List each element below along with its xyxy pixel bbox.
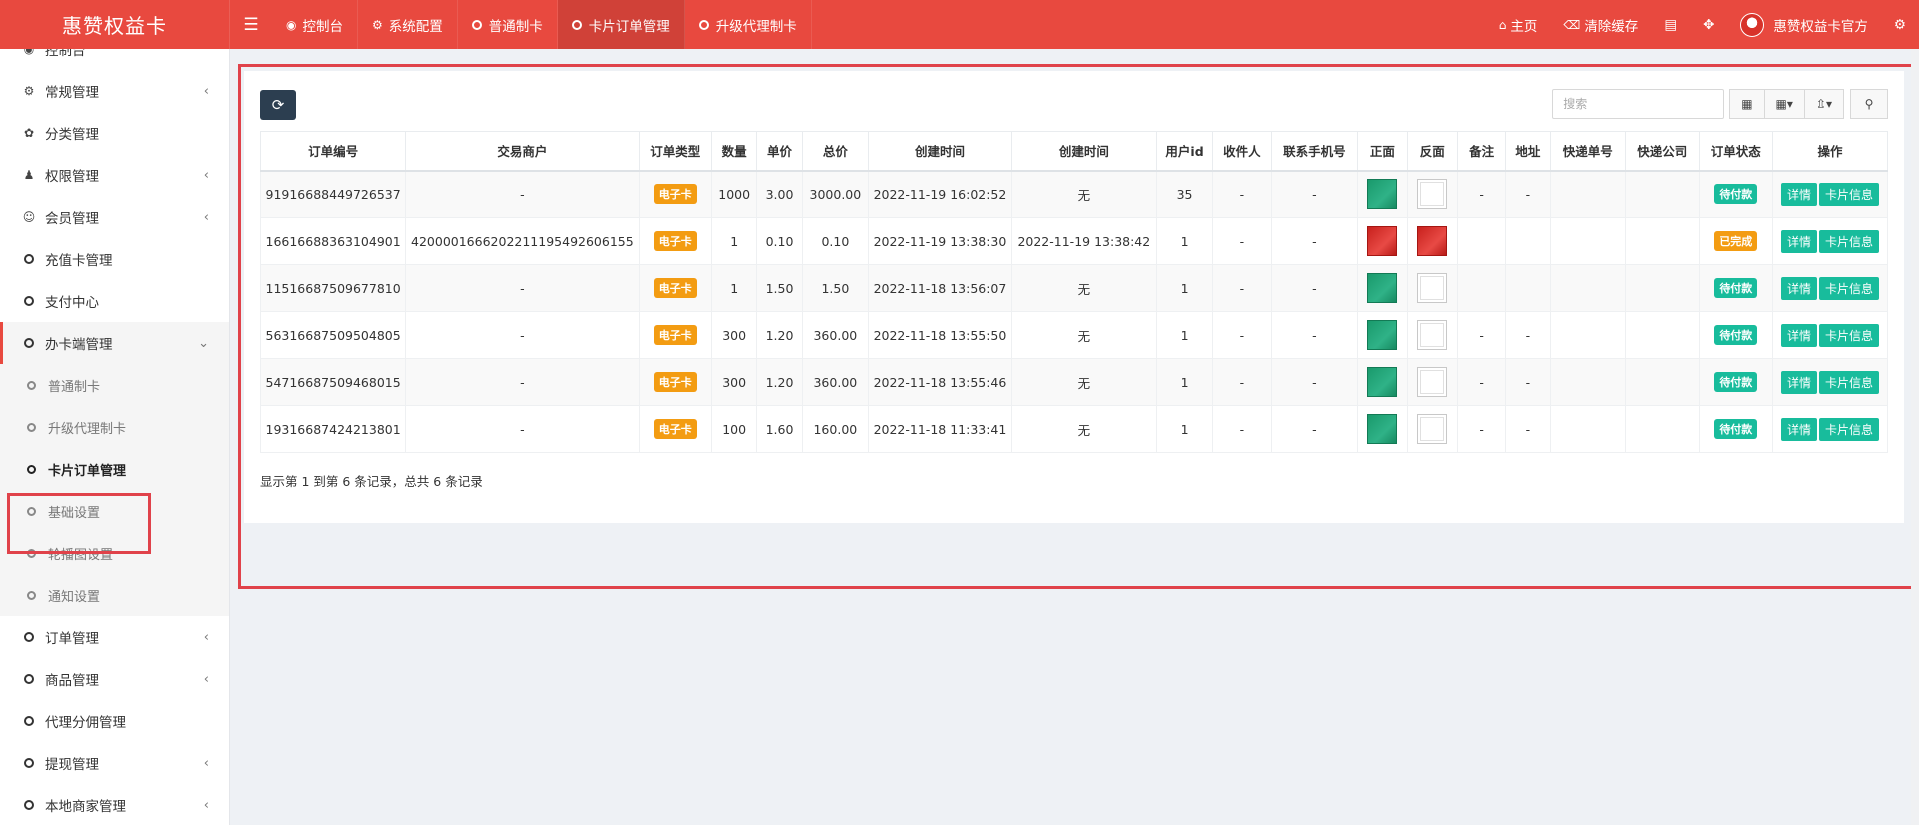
sidebar-item-general[interactable]: ⚙ 常规管理 ‹ [0, 70, 229, 112]
user-circle-icon: ☺ [22, 210, 36, 224]
sidebar-item-agent-commission[interactable]: 代理分佣管理 [0, 700, 229, 742]
nav-label: 卡片订单管理 [588, 18, 670, 35]
circle-icon [471, 19, 482, 30]
top-navbar: 惠赞权益卡 ☰ ◉ 控制台 ⚙ 系统配置 普通制卡 卡片订单管理 升级代理制卡 … [0, 0, 1919, 49]
circle-icon [24, 254, 34, 264]
sidebar-item-products[interactable]: 商品管理 ‹ [0, 658, 229, 700]
user-menu[interactable]: 惠赞权益卡官方 [1727, 0, 1881, 49]
sidebar-item-label: 分类管理 [45, 127, 99, 143]
dashboard-icon: ◉ [23, 49, 35, 56]
nav-dashboard[interactable]: ◉ 控制台 [272, 0, 358, 49]
sidebar-item-label: 卡片订单管理 [48, 463, 127, 479]
sidebar-item-label: 通知设置 [48, 589, 101, 605]
sidebar-item-local-merchant[interactable]: 本地商家管理 ‹ [0, 784, 229, 825]
circle-icon [24, 338, 34, 348]
nav-label: 普通制卡 [488, 18, 543, 35]
leaf-icon: ✿ [23, 126, 35, 140]
language-button[interactable]: ▤ [1651, 0, 1690, 49]
circle-icon [27, 464, 36, 474]
chevron-left-icon: ‹ [203, 83, 209, 99]
home-icon: ⌂ [1498, 17, 1507, 32]
circle-icon [24, 632, 34, 642]
home-label: 主页 [1510, 18, 1538, 35]
sidebar-item-label: 控制台 [45, 49, 86, 59]
highlight-annotation [7, 493, 151, 554]
circle-icon [24, 716, 34, 726]
language-icon: ▤ [1664, 16, 1678, 33]
avatar [1740, 12, 1765, 37]
nav-normal-card[interactable]: 普通制卡 [458, 0, 558, 49]
dashboard-icon: ◉ [286, 17, 297, 32]
sidebar-item-withdraw[interactable]: 提现管理 ‹ [0, 742, 229, 784]
sidebar: ◉ 控制台 ⚙ 常规管理 ‹ ✿ 分类管理 ♟ 权限管理 ‹ ☺ 会员管理 ‹ … [0, 49, 230, 825]
chevron-left-icon: ‹ [203, 629, 209, 645]
sidebar-sub-notify-settings[interactable]: 通知设置 [0, 574, 229, 616]
sidebar-item-payment[interactable]: 支付中心 [0, 280, 229, 322]
highlight-annotation [238, 64, 1918, 589]
sidebar-item-dashboard[interactable]: ◉ 控制台 [0, 49, 229, 70]
clear-cache-button[interactable]: ⌫ 清除缓存 [1550, 0, 1651, 49]
sidebar-item-label: 充值卡管理 [45, 253, 113, 269]
users-icon: ♟ [23, 168, 35, 182]
chevron-left-icon: ‹ [203, 209, 209, 225]
sidebar-sub-agent-card[interactable]: 升级代理制卡 [0, 406, 229, 448]
clear-cache-label: 清除缓存 [1584, 18, 1639, 35]
chevron-left-icon: ‹ [203, 671, 209, 687]
chevron-left-icon: ‹ [203, 797, 209, 813]
sidebar-item-label: 常规管理 [45, 85, 99, 101]
sidebar-item-label: 会员管理 [45, 211, 99, 227]
chevron-left-icon: ‹ [203, 167, 209, 183]
sidebar-item-category[interactable]: ✿ 分类管理 [0, 112, 229, 154]
sidebar-item-label: 支付中心 [45, 295, 99, 311]
gears-icon: ⚙ [1893, 16, 1906, 33]
cogs-icon: ⚙ [23, 84, 35, 98]
circle-icon [27, 422, 36, 432]
sidebar-item-label: 订单管理 [45, 631, 99, 647]
chevron-down-icon: ⌄ [198, 335, 209, 351]
top-nav: ◉ 控制台 ⚙ 系统配置 普通制卡 卡片订单管理 升级代理制卡 [272, 0, 812, 49]
fullscreen-button[interactable]: ✥ [1690, 0, 1727, 49]
sidebar-item-label: 权限管理 [45, 169, 99, 185]
settings-button[interactable]: ⚙ [1881, 0, 1919, 49]
nav-agent-card[interactable]: 升级代理制卡 [685, 0, 812, 49]
sidebar-item-label: 本地商家管理 [45, 799, 126, 815]
circle-icon [571, 19, 582, 30]
menu-toggle-icon[interactable]: ☰ [230, 0, 272, 49]
circle-icon [24, 296, 34, 306]
sidebar-item-label: 商品管理 [45, 673, 99, 689]
sidebar-item-label: 升级代理制卡 [48, 421, 127, 437]
sidebar-item-label: 提现管理 [45, 757, 99, 773]
circle-icon [24, 758, 34, 768]
nav-label: 控制台 [302, 18, 343, 35]
sidebar-item-permission[interactable]: ♟ 权限管理 ‹ [0, 154, 229, 196]
user-name: 惠赞权益卡官方 [1773, 18, 1868, 35]
sidebar-sub-normal-card[interactable]: 普通制卡 [0, 364, 229, 406]
home-link[interactable]: ⌂ 主页 [1486, 0, 1551, 49]
scrollbar[interactable] [1911, 49, 1919, 825]
chevron-left-icon: ‹ [203, 755, 209, 771]
circle-icon [24, 674, 34, 684]
sidebar-item-orders[interactable]: 订单管理 ‹ [0, 616, 229, 658]
circle-icon [27, 590, 36, 600]
fullscreen-icon: ✥ [1703, 16, 1715, 33]
sidebar-item-member[interactable]: ☺ 会员管理 ‹ [0, 196, 229, 238]
circle-icon [698, 19, 709, 30]
top-right-menu: ⌂ 主页 ⌫ 清除缓存 ▤ ✥ 惠赞权益卡官方 ⚙ [1486, 0, 1919, 49]
circle-icon [27, 380, 36, 390]
sidebar-item-card-client[interactable]: 办卡端管理 ⌄ [0, 322, 229, 364]
app-logo[interactable]: 惠赞权益卡 [0, 0, 230, 49]
sidebar-item-label: 代理分佣管理 [45, 715, 126, 731]
sidebar-item-label: 办卡端管理 [45, 337, 113, 353]
nav-card-orders[interactable]: 卡片订单管理 [557, 0, 685, 49]
sidebar-item-recharge[interactable]: 充值卡管理 [0, 238, 229, 280]
trash-icon: ⌫ [1563, 17, 1581, 32]
sidebar-sub-card-orders[interactable]: 卡片订单管理 [0, 448, 229, 490]
gear-icon: ⚙ [371, 17, 383, 32]
nav-label: 升级代理制卡 [715, 18, 797, 35]
nav-system-config[interactable]: ⚙ 系统配置 [358, 0, 458, 49]
circle-icon [24, 800, 34, 810]
nav-label: 系统配置 [388, 18, 443, 35]
sidebar-item-label: 普通制卡 [48, 379, 101, 395]
